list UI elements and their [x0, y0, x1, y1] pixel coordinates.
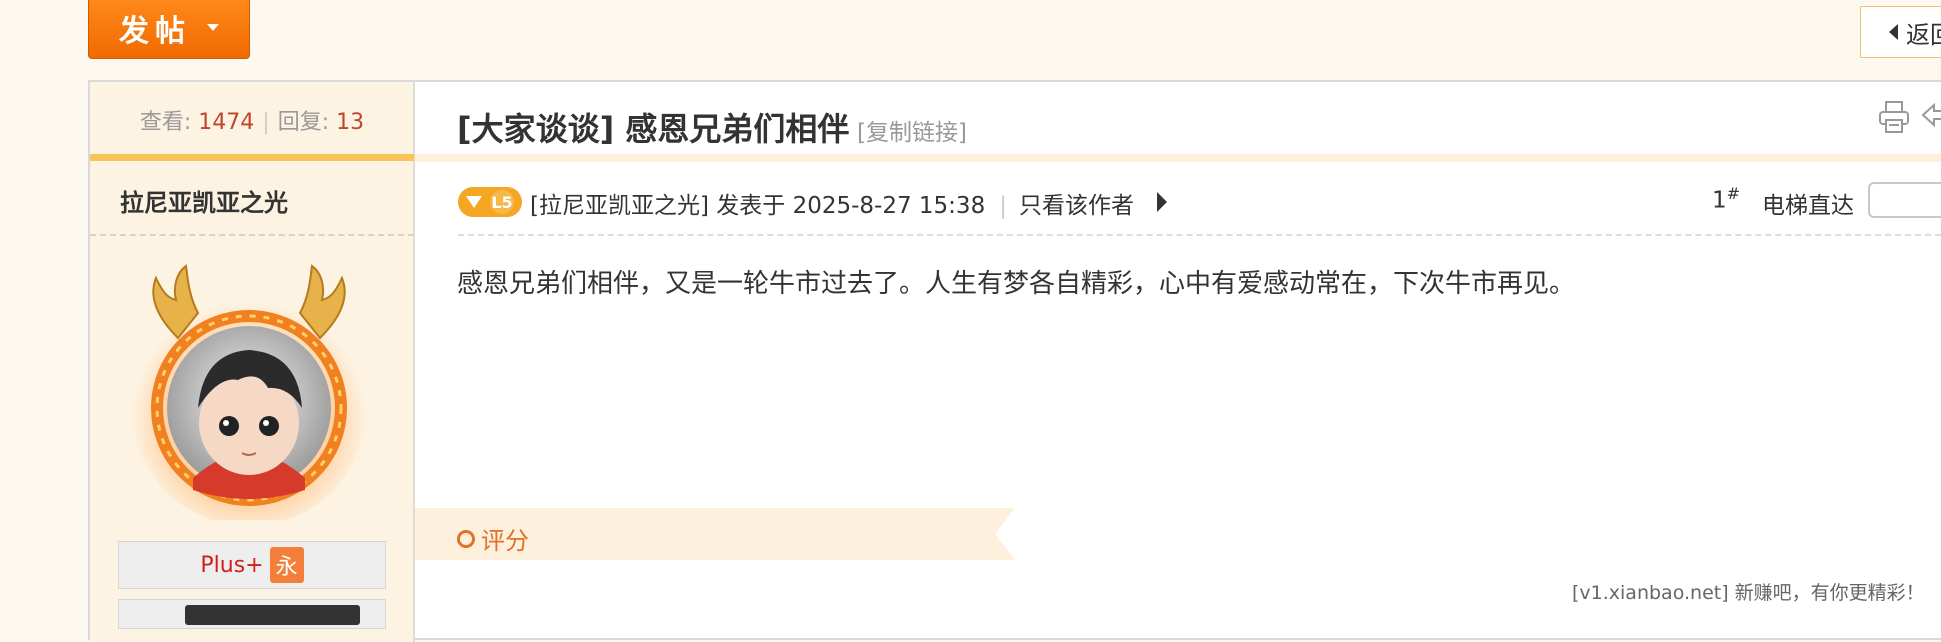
print-icon[interactable] — [1878, 100, 1910, 134]
triangle-left-icon — [1889, 24, 1898, 40]
views-count: 1474 — [198, 110, 255, 135]
thread-stats: 查看: 1474 | 回复: 13 — [90, 104, 414, 136]
membership-permanent-tag: 永 — [269, 547, 304, 583]
level-badge-text: L5 — [491, 193, 512, 212]
post-signature: [v1.xianbao.net] 新赚吧，有你更精彩！ — [1572, 582, 1925, 604]
header-accent-bar — [415, 154, 1941, 162]
avatar[interactable] — [118, 258, 380, 520]
back-button-label: 返回 — [1906, 20, 1941, 49]
meta-separator: | — [999, 193, 1007, 219]
post-body: 感恩兄弟们相伴，又是一轮牛市过去了。人生有梦各自精彩，心中有爱感动常在，下次牛市… — [457, 269, 1576, 299]
floor-number-value: 1 — [1712, 187, 1727, 214]
back-button[interactable]: 返回 — [1860, 6, 1941, 58]
replies-count: 13 — [336, 110, 365, 135]
post-button-label: 发帖 — [119, 13, 191, 49]
post-author-link[interactable]: [拉尼亚凯亚之光] — [530, 193, 709, 219]
rating-circle-icon — [457, 529, 475, 548]
stats-separator: | — [262, 110, 270, 135]
sidebar-accent-bar — [90, 154, 414, 161]
elevator-label: 电梯直达 — [1762, 193, 1854, 219]
reply-arrow-icon[interactable] — [1920, 102, 1941, 130]
sidebar-divider — [90, 234, 414, 236]
elevator-input[interactable] — [1868, 182, 1941, 218]
copy-link-button[interactable]: [复制链接] — [857, 113, 967, 147]
membership-badge: Plus+ 永 — [118, 541, 386, 589]
post-meta: [拉尼亚凯亚之光] 发表于 2025-8-27 15:38 | — [530, 186, 1021, 220]
membership-badge-label: Plus+ — [200, 552, 264, 578]
post-button[interactable]: 发帖 — [88, 0, 250, 59]
floor-number-suffix: # — [1726, 184, 1741, 203]
secondary-badge-fill — [185, 605, 360, 625]
rating-button[interactable]: 评分 — [457, 521, 529, 556]
views-label: 查看: — [139, 110, 192, 135]
post-meta-divider — [458, 234, 1941, 236]
secondary-badge — [118, 599, 386, 629]
triangle-right-icon — [1157, 192, 1167, 212]
replies-label: 回复: — [277, 110, 330, 135]
page-title: [大家谈谈] 感恩兄弟们相伴 — [457, 110, 850, 148]
rating-label: 评分 — [481, 527, 529, 555]
caret-down-icon — [207, 24, 219, 31]
post-timestamp: 发表于 2025-8-27 15:38 — [716, 193, 986, 219]
diamond-level-icon: L5 — [458, 187, 522, 217]
only-author-link[interactable]: 只看该作者 — [1019, 186, 1134, 220]
floor-number: 1# — [1712, 184, 1740, 214]
author-name[interactable]: 拉尼亚凯亚之光 — [120, 183, 288, 218]
